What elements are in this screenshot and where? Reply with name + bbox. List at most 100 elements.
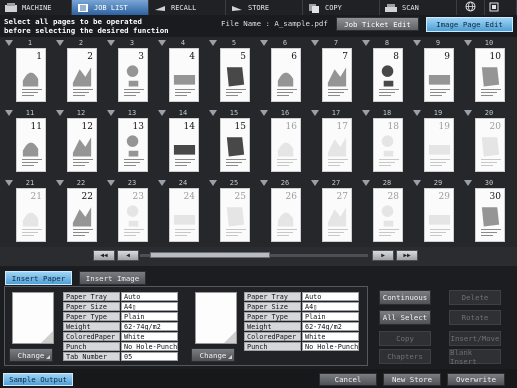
tab-store[interactable]: STORE: [226, 0, 303, 15]
page-thumbnail[interactable]: 23 23: [104, 178, 154, 247]
page-number-label: 3: [129, 39, 135, 47]
page-preview-image: 14: [169, 118, 199, 172]
page-thumbnail[interactable]: 88: [359, 38, 409, 107]
page-thumbnail[interactable]: 16 16: [257, 108, 307, 177]
scroll-thumb[interactable]: [150, 252, 270, 258]
page-thumbnail[interactable]: 27 27: [308, 178, 358, 247]
page-illustration: [126, 135, 139, 157]
paper-setting-key: Paper Size: [244, 302, 301, 311]
page-thumbnail[interactable]: 24 24: [155, 178, 205, 247]
page-text-lines: [175, 159, 195, 169]
page-illustration: [126, 205, 139, 227]
change-button-left[interactable]: Change: [9, 348, 53, 362]
page-text-lines: [379, 159, 399, 169]
job-ticket-edit-button[interactable]: Job Ticket Edit: [336, 17, 419, 31]
scroll-next-button[interactable]: ▶: [372, 250, 394, 261]
page-number-label: 8: [384, 39, 390, 47]
page-thumbnail[interactable]: 55: [206, 38, 256, 107]
page-thumbnail[interactable]: 12 12: [53, 108, 103, 177]
page-preview-image: 1: [16, 48, 46, 102]
page-thumbnail[interactable]: 22 22: [53, 178, 103, 247]
page-text-lines: [328, 229, 348, 239]
tab-copy[interactable]: COPY: [303, 0, 380, 15]
tab-recall[interactable]: RECALL: [149, 0, 226, 15]
page-thumbnail[interactable]: 14 14: [155, 108, 205, 177]
page-text-lines: [22, 229, 42, 239]
overwrite-button[interactable]: Overwrite: [447, 373, 505, 386]
page-thumbnail[interactable]: 21 21: [2, 178, 52, 247]
chapters-button[interactable]: Chapters: [379, 349, 431, 364]
language-button[interactable]: [457, 0, 485, 15]
scroll-last-button[interactable]: ▶▶: [396, 250, 418, 261]
page-preview-image: 7: [322, 48, 352, 102]
page-thumbnail[interactable]: 66: [257, 38, 307, 107]
page-thumbnail[interactable]: 20 20: [461, 108, 511, 177]
page-thumbnail[interactable]: 11: [2, 38, 52, 107]
rotate-button[interactable]: Rotate: [449, 310, 501, 325]
page-thumbnail[interactable]: 10 10: [461, 38, 511, 107]
new-store-button[interactable]: New Store: [383, 373, 441, 386]
copy-button[interactable]: Copy: [379, 331, 431, 346]
page-thumbnail[interactable]: 44: [155, 38, 205, 107]
paper-setting-value: Auto: [302, 292, 359, 301]
machine-icon: [4, 2, 18, 13]
page-illustration: [327, 67, 347, 87]
blank-insert-button[interactable]: Blank Insert: [449, 348, 501, 366]
thumbnail-scrollbar[interactable]: ◀◀ ◀ ▶ ▶▶: [0, 247, 517, 266]
page-number-label: 25: [229, 179, 239, 187]
page-number-label: 6: [282, 39, 288, 47]
page-preview-image: 17: [322, 118, 352, 172]
page-number-label: 4: [180, 39, 186, 47]
all-select-button[interactable]: All Select: [379, 310, 431, 325]
change-button-right[interactable]: Change: [191, 348, 235, 362]
top-nav-bar: MACHINE JOB LIST RECALL STORE COPY SCAN: [0, 0, 517, 15]
page-thumbnail[interactable]: 28 28: [359, 178, 409, 247]
page-thumbnail[interactable]: 15 15: [206, 108, 256, 177]
page-illustration: [428, 145, 451, 155]
page-thumbnail[interactable]: 29 29: [410, 178, 460, 247]
scroll-prev-button[interactable]: ◀: [117, 250, 139, 261]
page-text-lines: [73, 229, 93, 239]
page-thumbnail[interactable]: 11 11: [2, 108, 52, 177]
paper-setting-key: Weight: [63, 322, 120, 331]
paper-setting-key: Paper Size: [63, 302, 120, 311]
page-thumbnail[interactable]: 22: [53, 38, 103, 107]
page-thumbnail[interactable]: 25 25: [206, 178, 256, 247]
tab-insert-image[interactable]: Insert Image: [79, 271, 146, 285]
page-thumbnail[interactable]: 26 26: [257, 178, 307, 247]
page-thumbnail[interactable]: 17 17: [308, 108, 358, 177]
paper-setting-value: 05: [121, 352, 178, 361]
scroll-first-button[interactable]: ◀◀: [93, 250, 115, 261]
help-button[interactable]: [485, 0, 517, 15]
page-text-lines: [379, 89, 399, 99]
paper-settings-box: Change Paper Tray Auto Paper Size A4▯ Paper …: [4, 286, 368, 366]
sample-output-button[interactable]: Sample Output: [3, 373, 73, 386]
delete-button[interactable]: Delete: [449, 290, 501, 305]
continuous-button[interactable]: Continuous: [379, 290, 431, 305]
image-page-edit-button[interactable]: Image Page Edit: [426, 17, 513, 32]
tab-insert-paper[interactable]: Insert Paper: [5, 271, 72, 285]
page-number-label: 9: [435, 39, 441, 47]
tab-machine[interactable]: MACHINE: [0, 0, 72, 15]
tab-machine-label: MACHINE: [22, 3, 52, 12]
page-thumbnail[interactable]: 99: [410, 38, 460, 107]
page-illustration: [22, 212, 39, 227]
page-illustration: [72, 137, 92, 157]
paper-setting-row: Paper Tray Auto: [63, 292, 183, 301]
paper-setting-key: Tab Number: [63, 352, 120, 361]
page-illustration: [226, 207, 245, 227]
page-preview-image: 24: [169, 188, 199, 242]
insert-move-button[interactable]: Insert/Move: [449, 331, 501, 346]
page-thumbnail[interactable]: 19 19: [410, 108, 460, 177]
page-thumbnail[interactable]: 77: [308, 38, 358, 107]
page-thumbnail[interactable]: 33: [104, 38, 154, 107]
page-thumbnail[interactable]: 30 30: [461, 178, 511, 247]
tab-scan[interactable]: SCAN: [380, 0, 457, 15]
page-illustration: [22, 72, 39, 87]
page-text-lines: [277, 89, 297, 99]
cancel-button[interactable]: Cancel: [319, 373, 377, 386]
page-thumbnail[interactable]: 18 18: [359, 108, 409, 177]
tab-job-list[interactable]: JOB LIST: [72, 0, 149, 15]
paper-setting-key: Paper Tray: [63, 292, 120, 301]
page-thumbnail[interactable]: 13 13: [104, 108, 154, 177]
